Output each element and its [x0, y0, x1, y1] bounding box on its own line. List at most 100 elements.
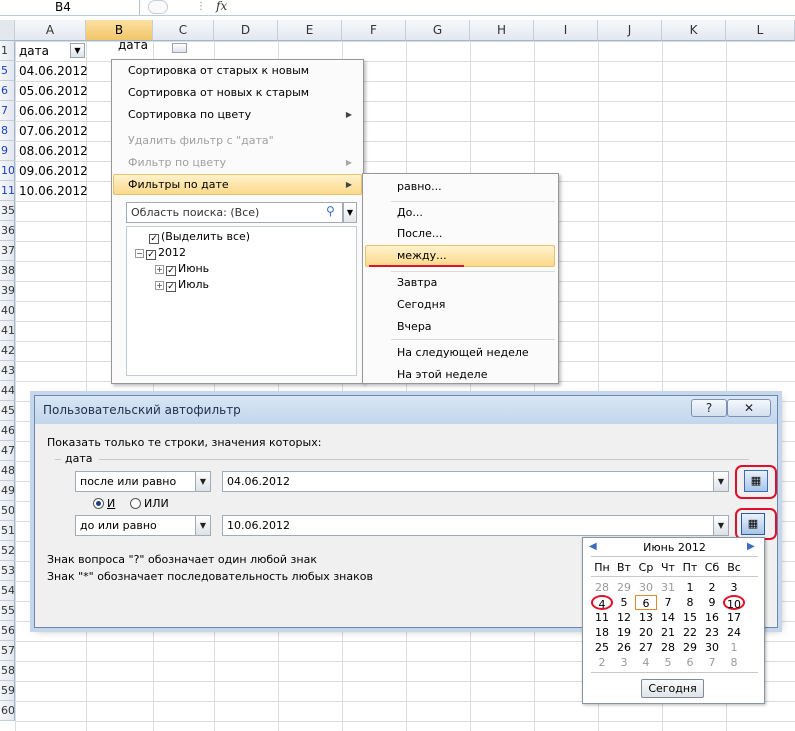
row-header[interactable]: 37 — [0, 241, 15, 261]
column-header-d[interactable]: D — [214, 20, 278, 41]
row-header[interactable]: 47 — [0, 441, 15, 461]
submenu-tomorrow[interactable]: Завтра — [397, 273, 547, 293]
calendar-day[interactable]: 17 — [723, 610, 745, 625]
cell-date[interactable]: 10.06.2012 — [19, 181, 88, 201]
column-header-l[interactable]: L — [726, 20, 795, 41]
filter-dropdown-icon[interactable] — [172, 43, 187, 53]
calendar-day[interactable]: 3 — [613, 655, 635, 670]
row-header[interactable]: 54 — [0, 581, 15, 601]
calendar-icon[interactable]: ▦ — [744, 470, 768, 492]
row-header[interactable]: 49 — [0, 481, 15, 501]
column-header-k[interactable]: K — [662, 20, 726, 41]
calendar-day[interactable]: 27 — [635, 640, 657, 655]
search-dropdown-button[interactable]: ▼ — [343, 202, 357, 223]
calendar-day[interactable]: 31 — [657, 580, 679, 595]
insert-function-icon[interactable]: fx — [216, 0, 227, 13]
calendar-icon[interactable]: ▦ — [741, 513, 765, 535]
condition1-operator-select[interactable]: после или равно — [75, 471, 197, 492]
calendar-day[interactable]: 2 — [591, 655, 613, 670]
checkbox-checked-icon[interactable]: ✓ — [146, 250, 156, 260]
row-header[interactable]: 42 — [0, 341, 15, 361]
calendar-month-title[interactable]: Июнь 2012 — [583, 541, 766, 554]
calendar-day[interactable]: 2 — [701, 580, 723, 595]
calendar-day[interactable]: 25 — [591, 640, 613, 655]
expand-icon[interactable]: + — [155, 265, 164, 274]
row-header[interactable]: 11 — [0, 181, 15, 201]
row-header[interactable]: 58 — [0, 661, 15, 681]
row-header[interactable]: 53 — [0, 561, 15, 581]
row-header[interactable]: 6 — [0, 81, 15, 101]
calendar-day[interactable]: 13 — [635, 610, 657, 625]
cell-date[interactable]: 09.06.2012 — [19, 161, 88, 181]
row-header[interactable]: 60 — [0, 701, 15, 721]
calendar-day[interactable]: 1 — [679, 580, 701, 595]
close-button[interactable]: ✕ — [727, 399, 771, 417]
calendar-day[interactable]: 30 — [635, 580, 657, 595]
submenu-after[interactable]: После... — [397, 224, 547, 244]
radio-and[interactable]: И — [93, 497, 115, 510]
radio-selected-icon[interactable] — [93, 498, 104, 509]
row-header[interactable]: 44 — [0, 381, 15, 401]
row-header[interactable]: 50 — [0, 501, 15, 521]
calendar-day[interactable]: 28 — [591, 580, 613, 595]
expand-icon[interactable]: + — [155, 281, 164, 290]
column-header-c[interactable]: C — [153, 20, 214, 41]
column-header-j[interactable]: J — [598, 20, 662, 41]
cell-date[interactable]: 08.06.2012 — [19, 141, 88, 161]
row-header[interactable]: 38 — [0, 261, 15, 281]
filter-active-icon[interactable]: ▼ — [70, 43, 85, 58]
cell-date[interactable]: 05.06.2012 — [19, 81, 88, 101]
column-header-a[interactable]: A — [15, 20, 86, 41]
calendar-day[interactable]: 7 — [657, 595, 679, 610]
calendar-day[interactable]: 30 — [701, 640, 723, 655]
menu-sort-by-color[interactable]: Сортировка по цвету ▶ — [128, 105, 358, 125]
row-header[interactable]: 48 — [0, 461, 15, 481]
chevron-down-icon[interactable]: ▼ — [195, 515, 211, 536]
column-header-b[interactable]: B — [86, 20, 153, 41]
row-header[interactable]: 7 — [0, 101, 15, 121]
column-header-f[interactable]: F — [342, 20, 406, 41]
row-header[interactable]: 43 — [0, 361, 15, 381]
collapse-icon[interactable]: − — [135, 249, 144, 258]
cell-date[interactable]: 07.06.2012 — [19, 121, 88, 141]
calendar-day[interactable]: 8 — [679, 595, 701, 610]
chevron-down-icon[interactable]: ▼ — [713, 515, 729, 536]
column-header-g[interactable]: G — [406, 20, 470, 41]
calendar-day[interactable]: 5 — [657, 655, 679, 670]
column-header-e[interactable]: E — [278, 20, 342, 41]
row-header[interactable]: 1 — [0, 41, 15, 61]
row-header[interactable]: 45 — [0, 401, 15, 421]
cell-b1-header[interactable]: дата — [118, 39, 148, 51]
calendar-day[interactable]: 11 — [591, 610, 613, 625]
calendar-day[interactable]: 22 — [679, 625, 701, 640]
calendar-day[interactable]: 14 — [657, 610, 679, 625]
row-header[interactable]: 55 — [0, 601, 15, 621]
submenu-before[interactable]: До... — [397, 203, 547, 223]
condition2-operator-select[interactable]: до или равно — [75, 515, 197, 536]
calendar-day[interactable]: 6 — [679, 655, 701, 670]
calendar-day[interactable]: 5 — [613, 595, 635, 610]
calendar-day[interactable]: 4 — [591, 595, 613, 611]
row-header[interactable]: 57 — [0, 641, 15, 661]
submenu-between[interactable]: между... — [397, 246, 547, 266]
menu-sort-asc[interactable]: Сортировка от старых к новым — [128, 61, 358, 81]
condition2-value-input[interactable]: 10.06.2012 — [222, 515, 714, 536]
calendar-day[interactable]: 8 — [723, 655, 745, 670]
search-input[interactable]: Область поиска: (Все) — [126, 202, 343, 223]
row-header[interactable]: 35 — [0, 201, 15, 221]
calendar-day[interactable]: 18 — [591, 625, 613, 640]
calendar-day[interactable]: 6 — [635, 595, 657, 610]
calendar-day[interactable]: 23 — [701, 625, 723, 640]
submenu-today[interactable]: Сегодня — [397, 295, 547, 315]
calendar-day[interactable]: 19 — [613, 625, 635, 640]
radio-or[interactable]: ИЛИ — [130, 497, 169, 510]
calendar-day[interactable]: 7 — [701, 655, 723, 670]
row-header[interactable]: 52 — [0, 541, 15, 561]
row-header[interactable]: 46 — [0, 421, 15, 441]
calendar-day[interactable]: 3 — [723, 580, 745, 595]
tree-month-july[interactable]: + ✓ Июль — [155, 277, 209, 293]
checkbox-checked-icon[interactable]: ✓ — [166, 266, 176, 276]
name-box[interactable]: B4 — [0, 0, 140, 15]
chevron-down-icon[interactable]: ▼ — [713, 471, 729, 492]
next-month-icon[interactable]: ▶ — [747, 541, 755, 552]
